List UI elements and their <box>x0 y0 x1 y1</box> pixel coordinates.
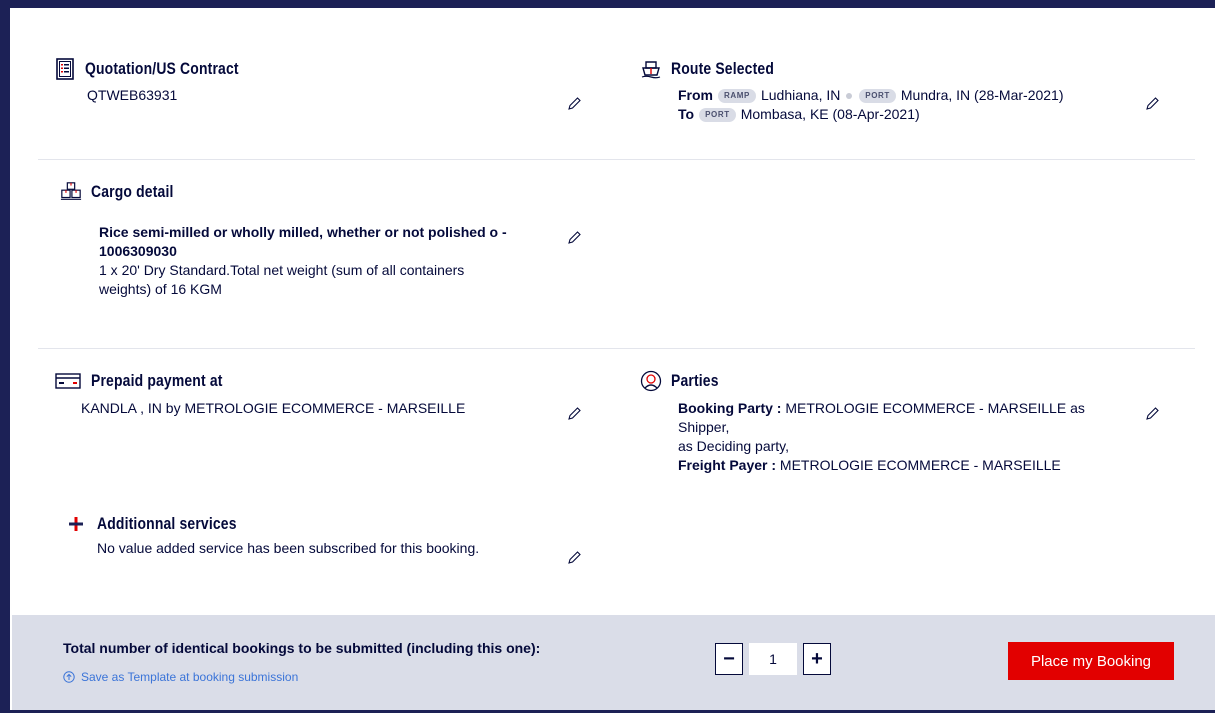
freight-payer-label: Freight Payer : <box>678 457 777 473</box>
booking-party-value: METROLOGIE ECOMMERCE - MARSEILLE as <box>785 400 1085 416</box>
person-circle-icon <box>640 370 662 392</box>
booking-summary-panel: Quotation/US Contract QTWEB63931 Route S… <box>8 8 1215 710</box>
edit-route-pencil-icon[interactable] <box>1144 96 1160 112</box>
port-tag-destination: PORT <box>699 108 736 123</box>
freight-payer-line: Freight Payer : METROLOGIE ECOMMERCE - M… <box>678 456 1098 475</box>
parties-section: Parties Booking Party : METROLOGIE ECOMM… <box>640 370 1110 475</box>
cargo-title: Cargo detail <box>91 182 174 201</box>
payment-title: Prepaid payment at <box>91 371 223 390</box>
from-label: From <box>678 87 713 103</box>
ship-icon <box>640 58 662 80</box>
parties-title: Parties <box>671 371 719 390</box>
route-separator-dot <box>846 93 853 100</box>
route-to-line: To PORT Mombasa, KE (08-Apr-2021) <box>678 105 1160 124</box>
edit-services-pencil-icon[interactable] <box>566 550 582 566</box>
divider <box>38 348 1195 349</box>
from-place-port: Mundra, IN (28-Mar-2021) <box>900 87 1064 103</box>
increment-button[interactable]: + <box>803 643 831 675</box>
cargo-commodity: Rice semi-milled or wholly milled, wheth… <box>99 224 507 259</box>
booking-party-label: Booking Party : <box>678 400 782 416</box>
cargo-section: Cargo detail Rice semi-milled or wholly … <box>60 181 530 299</box>
place-booking-button[interactable]: Place my Booking <box>1008 642 1174 680</box>
quotation-section: Quotation/US Contract QTWEB63931 <box>54 58 574 105</box>
booking-footer: Total number of identical bookings to be… <box>12 615 1215 710</box>
from-place-ramp: Ludhiana, IN <box>760 87 841 103</box>
services-title: Additionnal services <box>97 514 237 533</box>
credit-card-icon <box>54 370 82 392</box>
quantity-input[interactable] <box>749 643 797 675</box>
cargo-description: 1 x 20' Dry Standard.Total net weight (s… <box>99 262 465 297</box>
cargo-boxes-icon <box>60 181 82 203</box>
quotation-title: Quotation/US Contract <box>85 59 239 78</box>
arrow-up-circle-icon <box>63 671 75 683</box>
edit-parties-pencil-icon[interactable] <box>1144 406 1160 422</box>
divider <box>38 159 1195 160</box>
payment-section: Prepaid payment at KANDLA , IN by METROL… <box>54 370 574 418</box>
route-from-line: From RAMP Ludhiana, IN PORT Mundra, IN (28-… <box>678 86 1160 105</box>
freight-payer-value: METROLOGIE ECOMMERCE - MARSEILLE <box>779 457 1061 473</box>
services-section: Additionnal services No value added serv… <box>68 513 588 558</box>
document-list-icon <box>54 58 76 80</box>
route-title: Route Selected <box>671 59 775 78</box>
parties-details: Booking Party : METROLOGIE ECOMMERCE - M… <box>678 399 1098 475</box>
save-template-label: Save as Template at booking submission <box>81 670 299 684</box>
to-label: To <box>678 106 695 122</box>
deciding-party-line: as Deciding party, <box>678 438 790 454</box>
ramp-tag: RAMP <box>718 89 756 104</box>
decrement-button[interactable]: − <box>715 643 743 675</box>
port-tag-origin: PORT <box>859 89 896 104</box>
to-place: Mombasa, KE (08-Apr-2021) <box>740 106 920 122</box>
booking-count-label: Total number of identical bookings to be… <box>63 640 541 656</box>
edit-quotation-pencil-icon[interactable] <box>566 96 582 112</box>
booking-party-role: Shipper, <box>678 419 730 435</box>
edit-payment-pencil-icon[interactable] <box>566 406 582 422</box>
plus-icon <box>68 513 84 535</box>
booking-quantity-stepper: − + <box>715 643 831 675</box>
services-value: No value added service has been subscrib… <box>97 540 480 556</box>
quotation-value: QTWEB63931 <box>87 87 178 103</box>
payment-value: KANDLA , IN by METROLOGIE ECOMMERCE - MA… <box>81 400 466 416</box>
route-section: Route Selected From RAMP Ludhiana, IN PORT… <box>640 58 1160 124</box>
booking-party-line: Booking Party : METROLOGIE ECOMMERCE - M… <box>678 399 1098 418</box>
save-template-link[interactable]: Save as Template at booking submission <box>63 670 298 684</box>
edit-cargo-pencil-icon[interactable] <box>566 230 582 246</box>
